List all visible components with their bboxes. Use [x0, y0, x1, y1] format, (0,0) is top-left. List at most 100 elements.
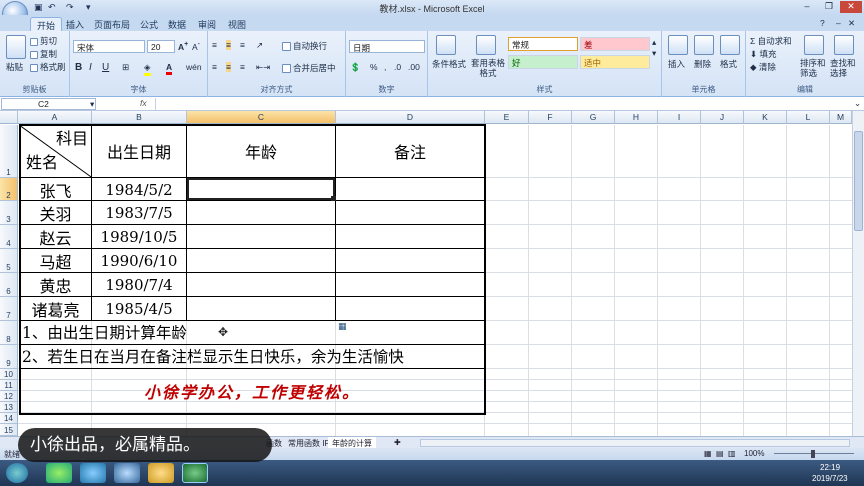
worksheet-grid[interactable]: ABCDEFGHIJKLM 1 2 3 4 5 6 7 8 9 10 11 12 13 14 15 科目 姓…: [0, 111, 852, 436]
format-cells-icon[interactable]: [720, 35, 740, 55]
currency-icon[interactable]: 💲: [350, 62, 361, 73]
page-break-view-icon[interactable]: ▥: [728, 449, 736, 458]
fill-button[interactable]: ⬇ 填充: [750, 48, 777, 60]
style-good[interactable]: 好: [508, 55, 578, 69]
autofill-options-icon[interactable]: ▦: [338, 321, 347, 332]
cell-birth-date[interactable]: 1990/6/10: [92, 249, 186, 273]
cut-button[interactable]: 剪切: [30, 35, 57, 47]
fill-color-icon[interactable]: ◈: [144, 62, 151, 76]
format-table-button[interactable]: 套用表格格式: [468, 58, 508, 78]
row-header-2[interactable]: 2: [0, 178, 18, 201]
format-painter-button[interactable]: 格式刷: [30, 61, 66, 73]
column-header-j[interactable]: J: [701, 111, 744, 124]
shrink-font-icon[interactable]: A-: [192, 40, 200, 52]
column-header-l[interactable]: L: [787, 111, 830, 124]
align-center-icon[interactable]: ≡: [226, 62, 231, 72]
fx-icon[interactable]: fx: [140, 98, 147, 108]
italic-button[interactable]: I: [89, 62, 92, 73]
column-header-b[interactable]: B: [92, 111, 187, 124]
insert-cells-icon[interactable]: [668, 35, 688, 55]
expand-formula-icon[interactable]: ⌄: [854, 98, 861, 109]
style-normal[interactable]: 常规: [508, 37, 578, 51]
decimal-increase-icon[interactable]: .0: [394, 62, 401, 72]
help-icon[interactable]: ?: [820, 18, 825, 28]
conditional-format-button[interactable]: 条件格式: [432, 58, 466, 70]
tab-formulas[interactable]: 公式: [134, 17, 164, 31]
align-top-icon[interactable]: ≡: [212, 40, 217, 50]
scroll-thumb[interactable]: [854, 131, 863, 231]
column-header-h[interactable]: H: [615, 111, 658, 124]
cell-birth-date[interactable]: 1985/4/5: [92, 297, 186, 321]
close-button[interactable]: ✕: [840, 1, 862, 13]
zoom-thumb[interactable]: [811, 450, 815, 458]
number-format-select[interactable]: 日期: [349, 40, 425, 53]
horizontal-scrollbar[interactable]: [420, 439, 850, 447]
cell-birth-date[interactable]: 1980/7/4: [92, 273, 186, 297]
sort-filter-button[interactable]: 排序和筛选: [800, 58, 830, 78]
find-select-button[interactable]: 查找和选择: [830, 58, 862, 78]
bold-button[interactable]: B: [75, 62, 82, 73]
delete-cells-button[interactable]: 删除: [694, 58, 711, 70]
start-button-icon[interactable]: [6, 463, 28, 483]
autosum-button[interactable]: Σ 自动求和: [750, 35, 792, 47]
find-select-icon[interactable]: [834, 35, 854, 55]
name-box[interactable]: C2: [1, 98, 96, 110]
border-icon[interactable]: ⊞: [122, 62, 129, 73]
row-header-14[interactable]: 14: [0, 413, 18, 424]
style-neutral[interactable]: 适中: [580, 55, 650, 69]
formula-input[interactable]: [155, 98, 850, 110]
align-left-icon[interactable]: ≡: [212, 62, 217, 72]
cell-birth-date[interactable]: 1989/10/5: [92, 225, 186, 249]
tab-data[interactable]: 数据: [162, 17, 192, 31]
vertical-scrollbar[interactable]: [852, 111, 864, 436]
delete-cells-icon[interactable]: [694, 35, 714, 55]
row-header-3[interactable]: 3: [0, 201, 18, 225]
row-header-4[interactable]: 4: [0, 225, 18, 249]
row-header-10[interactable]: 10: [0, 369, 18, 380]
page-layout-view-icon[interactable]: ▤: [716, 449, 724, 458]
indent-icon[interactable]: ⇤⇥: [256, 62, 270, 73]
style-bad[interactable]: 差: [580, 37, 650, 51]
excel-icon[interactable]: [182, 463, 208, 483]
column-header-d[interactable]: D: [336, 111, 485, 124]
cell-name[interactable]: 马超: [20, 249, 91, 273]
column-header-c[interactable]: C: [187, 111, 336, 124]
select-all-corner[interactable]: [0, 111, 18, 124]
styles-scroll-icon[interactable]: ▴ ▾: [652, 37, 656, 59]
font-name-select[interactable]: 宋体: [73, 40, 145, 53]
phonetic-icon[interactable]: wén: [186, 62, 202, 72]
ribbon-close-icon[interactable]: ✕: [848, 18, 855, 29]
conditional-format-icon[interactable]: [436, 35, 456, 55]
folder-icon[interactable]: [148, 463, 174, 483]
minimize-button[interactable]: –: [796, 1, 818, 13]
decimal-decrease-icon[interactable]: .00: [408, 62, 420, 72]
copy-button[interactable]: 复制: [30, 48, 57, 60]
cell-name[interactable]: 关羽: [20, 201, 91, 225]
row-header-15[interactable]: 15: [0, 424, 18, 436]
font-color-icon[interactable]: A: [166, 62, 173, 75]
app-icon-cloud[interactable]: [114, 463, 140, 483]
format-cells-button[interactable]: 格式: [720, 58, 737, 70]
normal-view-icon[interactable]: ▦: [704, 449, 712, 458]
row-header-12[interactable]: 12: [0, 391, 18, 402]
row-header-6[interactable]: 6: [0, 273, 18, 297]
merge-center-button[interactable]: 合并后居中: [282, 62, 336, 74]
app-icon-green[interactable]: [46, 463, 72, 483]
column-header-a[interactable]: A: [18, 111, 92, 124]
insert-cells-button[interactable]: 插入: [668, 58, 685, 70]
restore-button[interactable]: ❐: [818, 1, 840, 13]
cell-name[interactable]: 诸葛亮: [20, 297, 91, 321]
font-size-select[interactable]: 20: [147, 40, 175, 53]
row-header-9[interactable]: 9: [0, 345, 18, 369]
column-header-f[interactable]: F: [529, 111, 572, 124]
cell-name[interactable]: 赵云: [20, 225, 91, 249]
wrap-text-button[interactable]: 自动换行: [282, 40, 327, 52]
paste-icon[interactable]: [6, 35, 26, 59]
cell-name[interactable]: 张飞: [20, 178, 91, 201]
row-header-1[interactable]: 1: [0, 125, 18, 178]
row-header-11[interactable]: 11: [0, 380, 18, 391]
tab-page-layout[interactable]: 页面布局: [88, 17, 136, 31]
align-right-icon[interactable]: ≡: [240, 62, 245, 72]
column-header-i[interactable]: I: [658, 111, 701, 124]
column-header-g[interactable]: G: [572, 111, 615, 124]
